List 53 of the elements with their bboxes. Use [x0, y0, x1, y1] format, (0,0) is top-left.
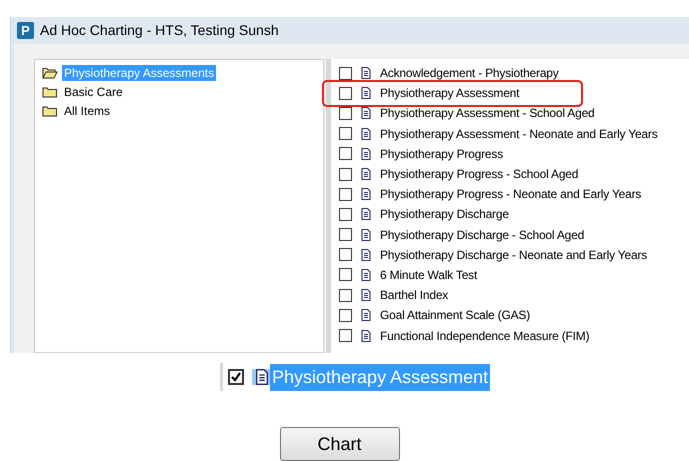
document-icon: [360, 228, 372, 241]
form-item[interactable]: Physiotherapy Assessment - School Aged: [380, 104, 595, 122]
form-item[interactable]: Physiotherapy Discharge - School Aged: [380, 226, 584, 244]
checkbox[interactable]: [339, 308, 352, 322]
form-item[interactable]: Physiotherapy Progress - Neonate and Early Years: [380, 185, 642, 204]
document-icon: [360, 309, 372, 322]
folder-item[interactable]: All Items: [62, 102, 112, 118]
checkbox[interactable]: [339, 86, 352, 100]
app-logo-icon: P: [17, 22, 34, 39]
checkbox[interactable]: [339, 268, 352, 282]
checkbox[interactable]: [228, 369, 244, 386]
document-icon: [360, 67, 372, 80]
form-item[interactable]: 6 Minute Walk Test: [380, 266, 478, 284]
form-item[interactable]: Physiotherapy Discharge: [380, 205, 509, 224]
document-icon: [360, 289, 372, 302]
document-icon: [360, 168, 372, 180]
document-icon: [360, 330, 372, 342]
checkbox[interactable]: [339, 208, 352, 221]
form-item[interactable]: Acknowledgement - Physiotherapy: [380, 64, 559, 82]
checkbox[interactable]: [339, 168, 352, 181]
checkbox[interactable]: [339, 106, 352, 120]
document-icon: [360, 208, 372, 220]
form-item[interactable]: Goal Attainment Scale (GAS): [380, 306, 530, 324]
form-item[interactable]: Physiotherapy Progress - School Aged: [380, 165, 578, 184]
checkbox[interactable]: [339, 66, 352, 80]
document-icon: [360, 268, 372, 281]
folder-icon: [42, 86, 58, 98]
form-item[interactable]: Functional Independence Measure (FIM): [380, 326, 590, 345]
form-item[interactable]: Physiotherapy Assessment: [380, 84, 520, 102]
checkbox[interactable]: [339, 188, 352, 201]
form-item[interactable]: Physiotherapy Discharge - Neonate and Early Years: [380, 246, 648, 264]
document-icon: [360, 107, 372, 120]
checkbox[interactable]: [339, 329, 352, 342]
checkbox[interactable]: [339, 288, 352, 302]
checkbox[interactable]: [339, 228, 352, 242]
document-icon: [360, 128, 372, 140]
document-icon: [360, 248, 372, 261]
chart-button[interactable]: Chart: [280, 427, 400, 461]
checkbox[interactable]: [339, 127, 352, 140]
checkmark-icon: [231, 372, 241, 382]
document-icon: [254, 369, 270, 386]
folder-icon: [42, 104, 58, 116]
document-icon: [360, 188, 372, 200]
checkbox[interactable]: [339, 248, 352, 262]
open-folder-icon: [42, 66, 58, 78]
form-item[interactable]: Physiotherapy Assessment - Neonate and Early Years: [380, 124, 658, 143]
form-item[interactable]: Barthel Index: [380, 286, 448, 304]
form-item[interactable]: Physiotherapy Progress: [380, 144, 503, 163]
window-title: Ad Hoc Charting - HTS, Testing Sunsh: [40, 21, 279, 40]
document-icon: [360, 87, 372, 100]
checkbox[interactable]: [339, 147, 352, 160]
folder-item[interactable]: Basic Care: [62, 84, 125, 100]
document-icon: [360, 148, 372, 160]
